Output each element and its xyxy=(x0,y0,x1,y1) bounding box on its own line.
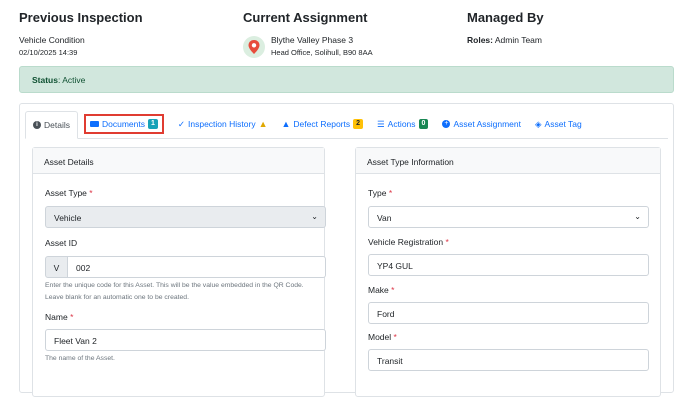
tab-bar: i Details Documents 1 ✓ Inspection Histo… xyxy=(25,111,668,139)
asset-id-label: Asset ID xyxy=(45,238,78,248)
tab-asset-tag[interactable]: ◈ Asset Tag xyxy=(528,110,589,138)
roles-value: Admin Team xyxy=(494,35,542,45)
asset-details-header: Asset Details xyxy=(33,148,324,174)
tab-label: Asset Tag xyxy=(544,119,582,129)
asset-type-info-panel: Asset Type Information Type * Van ⌄ Vehi… xyxy=(355,147,661,397)
asset-card: i Details Documents 1 ✓ Inspection Histo… xyxy=(19,103,674,397)
asset-id-prefix: V xyxy=(45,256,68,278)
status-label: Status xyxy=(32,75,58,85)
asset-type-value: Vehicle xyxy=(54,213,82,223)
asset-type-info-header: Asset Type Information xyxy=(356,148,660,174)
folder-icon xyxy=(89,121,99,127)
make-input[interactable]: Ford xyxy=(368,302,649,324)
current-assignment-section: Current Assignment Blythe Valley Phase 3… xyxy=(243,10,373,59)
model-value: Transit xyxy=(377,356,403,366)
tab-label: Documents xyxy=(101,119,145,129)
registration-value: YP4 GUL xyxy=(377,261,413,271)
warning-icon: ▲ xyxy=(258,119,268,129)
name-help: The name of the Asset. xyxy=(45,355,115,362)
model-input[interactable]: Transit xyxy=(368,349,649,371)
registration-input[interactable]: YP4 GUL xyxy=(368,254,649,276)
asset-id-value: 002 xyxy=(76,263,91,273)
previous-inspection-section: Previous Inspection Vehicle Condition 02… xyxy=(19,10,143,59)
type-select[interactable]: Van ⌄ xyxy=(368,206,649,228)
name-input[interactable]: Fleet Van 2 xyxy=(45,329,326,351)
asset-id-help: Enter the unique code for this Asset. Th… xyxy=(45,282,304,301)
tab-label: Inspection History xyxy=(188,119,256,129)
asset-type-select[interactable]: Vehicle ⌄ xyxy=(45,206,326,228)
tab-details[interactable]: i Details xyxy=(25,111,78,139)
check-icon: ✓ xyxy=(177,118,186,129)
status-value: : Active xyxy=(57,75,86,85)
info-circle-icon: i xyxy=(33,121,41,129)
documents-count-badge: 1 xyxy=(147,119,158,129)
tab-asset-assignment[interactable]: + Asset Assignment xyxy=(435,110,528,138)
tab-documents[interactable]: Documents 1 xyxy=(83,113,165,135)
asset-id-input[interactable]: 002 xyxy=(67,256,326,278)
asset-type-label: Asset Type * xyxy=(45,188,93,198)
type-value: Van xyxy=(377,213,392,223)
managed-by-title: Managed By xyxy=(467,10,544,25)
roles-label: Roles: xyxy=(467,35,493,45)
assignment-name[interactable]: Blythe Valley Phase 3 xyxy=(271,34,373,47)
tab-label: Defect Reports xyxy=(293,119,351,129)
chevron-down-icon: ⌄ xyxy=(634,212,641,221)
status-alert: Status: Active xyxy=(19,66,674,93)
assignment-address: Head Office, Solihull, B90 8AA xyxy=(271,48,373,57)
current-assignment-title: Current Assignment xyxy=(243,10,368,25)
registration-label: Vehicle Registration * xyxy=(368,237,449,247)
tab-label: Actions xyxy=(387,119,416,129)
type-label: Type * xyxy=(368,188,393,198)
tab-defect-reports[interactable]: ▲ Defect Reports 2 xyxy=(275,110,371,138)
model-label: Model * xyxy=(368,332,397,342)
tab-actions[interactable]: ☰ Actions 0 xyxy=(370,110,435,138)
previous-inspection-label: Vehicle Condition xyxy=(19,35,85,45)
tab-label: Details xyxy=(44,120,70,130)
previous-inspection-date: 02/10/2025 14:39 xyxy=(19,48,78,57)
tab-label: Asset Assignment xyxy=(453,119,521,129)
map-location-icon xyxy=(243,35,265,58)
tag-icon: ◈ xyxy=(535,118,542,129)
managed-by-section: Managed By Roles: Admin Team xyxy=(467,10,544,47)
make-label: Make * xyxy=(368,285,395,295)
previous-inspection-title: Previous Inspection xyxy=(19,10,143,25)
chevron-down-icon: ⌄ xyxy=(311,212,318,221)
asset-details-panel: Asset Details Asset Type * Vehicle ⌄ Ass… xyxy=(32,147,326,397)
actions-count-badge: 0 xyxy=(418,119,429,129)
name-label: Name * xyxy=(45,312,74,322)
warning-triangle-icon: ▲ xyxy=(281,119,291,129)
list-icon: ☰ xyxy=(377,118,385,129)
make-value: Ford xyxy=(377,309,395,319)
name-value: Fleet Van 2 xyxy=(54,336,97,346)
defect-count-badge: 2 xyxy=(353,119,364,129)
plus-circle-icon: + xyxy=(442,120,451,128)
tab-inspection-history[interactable]: ✓ Inspection History ▲ xyxy=(171,110,275,138)
